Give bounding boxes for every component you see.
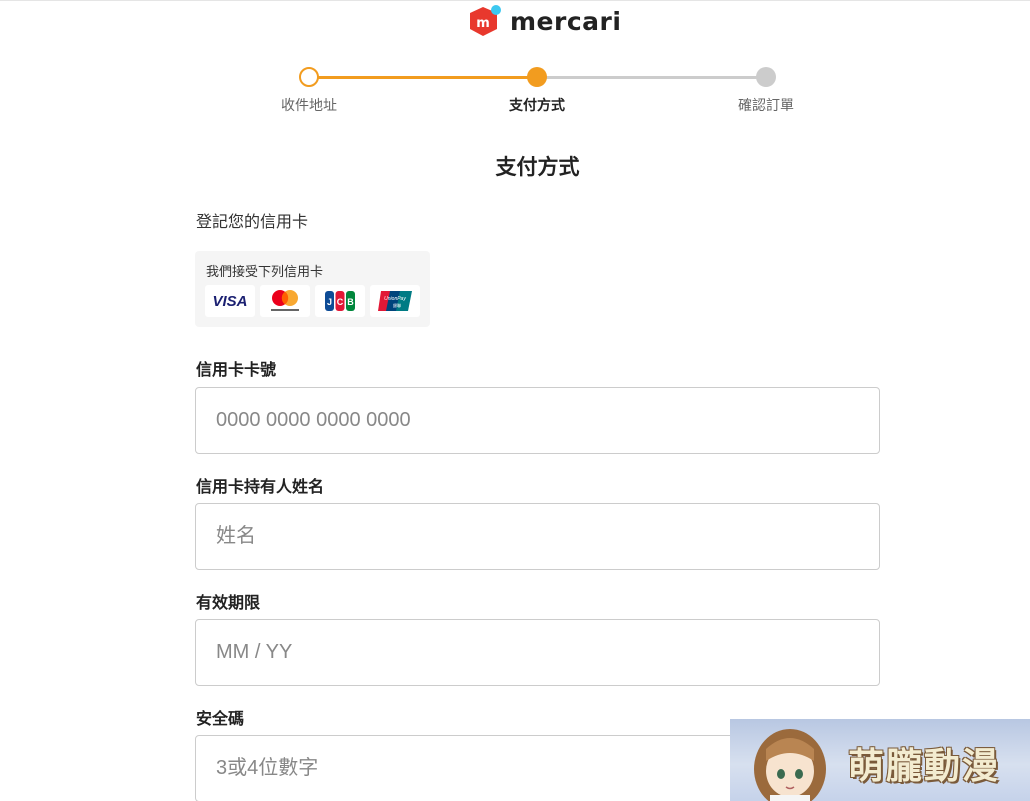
checkout-stepper: 收件地址 支付方式 確認訂單 — [0, 1, 1030, 121]
accepted-cards-panel: 我們接受下列信用卡 VISA J C B UnionPay 銀聯 — [195, 251, 430, 327]
expiry-input[interactable] — [195, 619, 880, 686]
anime-mascot-icon — [754, 729, 826, 801]
card-holder-label: 信用卡持有人姓名 — [196, 477, 325, 496]
mastercard-icon — [260, 285, 310, 317]
accepted-cards-caption: 我們接受下列信用卡 — [206, 265, 324, 280]
step-connector-pending — [537, 76, 766, 79]
step-dot-confirm — [756, 67, 776, 87]
site-watermark: 萌朧動漫 — [730, 719, 1030, 801]
card-number-label: 信用卡卡號 — [196, 360, 277, 379]
card-holder-input[interactable] — [195, 503, 880, 570]
page-subtitle: 登記您的信用卡 — [196, 212, 309, 231]
svg-text:VISA: VISA — [212, 293, 247, 310]
watermark-text: 萌朧動漫 — [848, 746, 1001, 787]
card-number-input[interactable] — [195, 387, 880, 454]
visa-icon: VISA — [205, 285, 255, 317]
unionpay-icon: UnionPay 銀聯 — [370, 285, 420, 317]
step-label-payment: 支付方式 — [509, 98, 565, 114]
step-dot-payment — [527, 67, 547, 87]
svg-text:J: J — [327, 297, 332, 307]
checkout-page: m mercari 收件地址 支付方式 確認訂單 支付方式 登記您的信用卡 我們… — [0, 0, 1030, 801]
svg-text:C: C — [337, 297, 344, 307]
svg-text:UnionPay: UnionPay — [384, 296, 406, 302]
page-title: 支付方式 — [495, 155, 580, 179]
expiry-label: 有效期限 — [196, 593, 261, 612]
step-label-confirm: 確認訂單 — [738, 98, 794, 114]
svg-text:B: B — [347, 297, 354, 307]
jcb-icon: J C B — [315, 285, 365, 317]
svg-text:銀聯: 銀聯 — [393, 302, 401, 308]
security-code-label: 安全碼 — [196, 709, 245, 728]
step-connector-complete — [309, 76, 537, 79]
step-dot-address — [299, 67, 319, 87]
step-label-address: 收件地址 — [281, 98, 337, 114]
